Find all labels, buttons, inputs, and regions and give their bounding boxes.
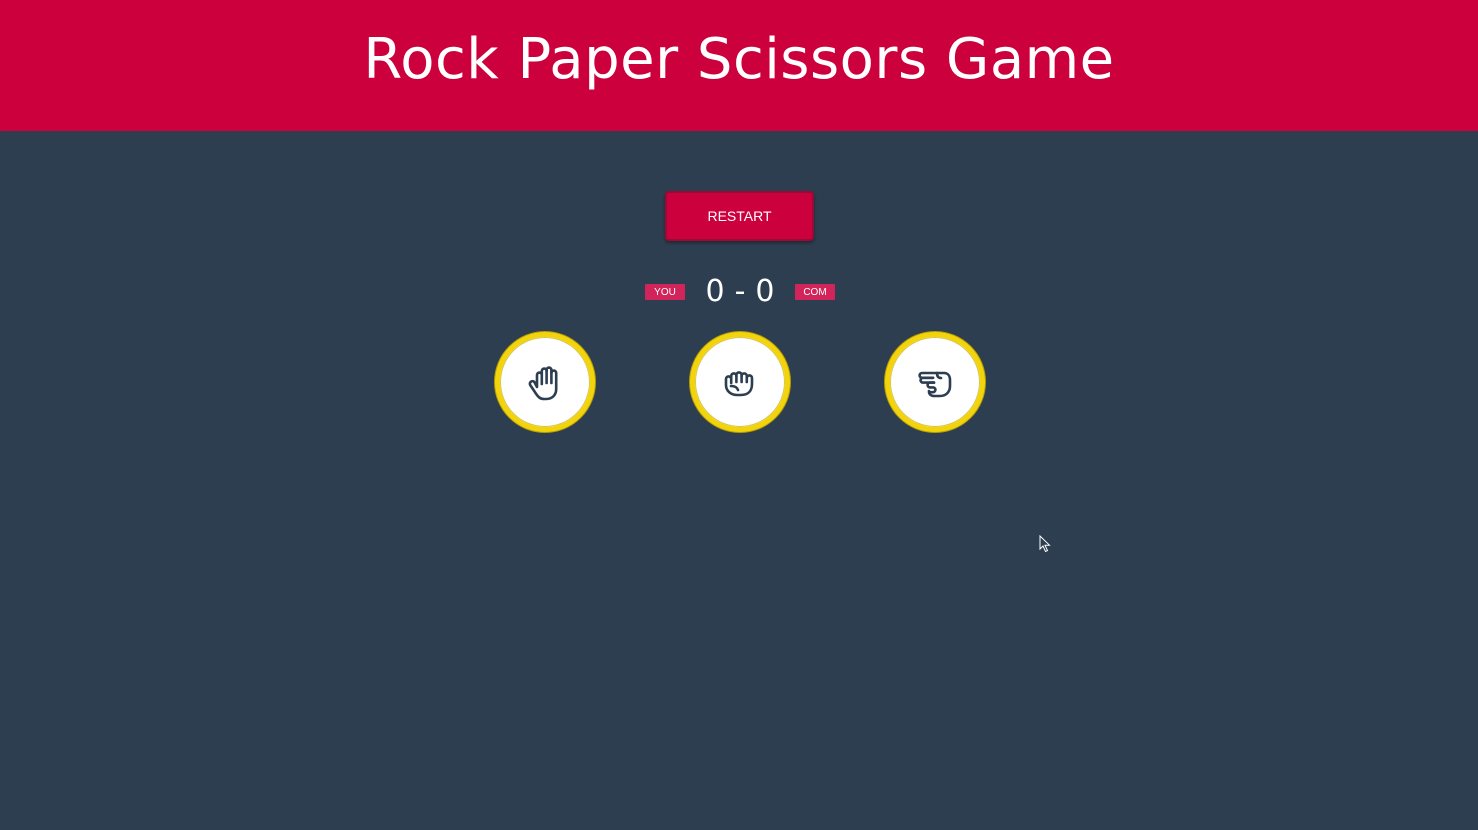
choice-paper-button[interactable] bbox=[495, 332, 595, 432]
restart-button[interactable]: RESTART bbox=[665, 191, 814, 241]
choice-scissors-button[interactable] bbox=[885, 332, 985, 432]
scoreboard: 0 - 0 bbox=[690, 270, 790, 312]
computer-score: 0 bbox=[755, 273, 775, 309]
page-title: Rock Paper Scissors Game bbox=[363, 27, 1115, 92]
hand-fist-icon bbox=[718, 360, 762, 404]
mouse-cursor-icon bbox=[1039, 535, 1051, 553]
score-separator: - bbox=[734, 273, 746, 309]
user-label-badge: YOU bbox=[645, 284, 685, 300]
hand-open-icon bbox=[523, 360, 567, 404]
computer-label-badge: COM bbox=[795, 284, 835, 300]
user-score: 0 bbox=[705, 273, 725, 309]
hand-point-icon bbox=[913, 360, 957, 404]
page-header: Rock Paper Scissors Game bbox=[0, 0, 1478, 131]
choice-rock-button[interactable] bbox=[690, 332, 790, 432]
